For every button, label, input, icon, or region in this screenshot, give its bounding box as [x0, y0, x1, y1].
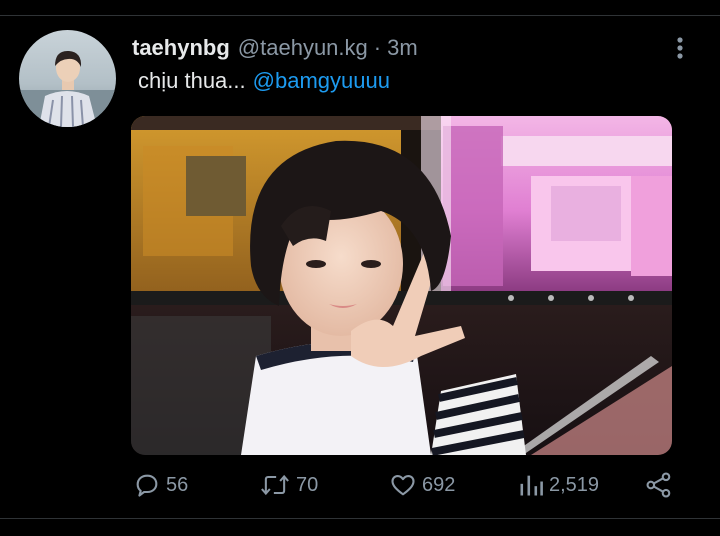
reply-count: 56: [166, 473, 189, 496]
action-bar: 56 70 692 2,519: [0, 468, 720, 502]
retweet-arrows-icon: [261, 474, 289, 496]
timestamp[interactable]: 3m: [387, 35, 418, 61]
tweet-body-text: chịu thua...: [138, 68, 246, 93]
top-divider: [0, 15, 720, 16]
tweet-header: taehynbg @taehyun.kg · 3m: [132, 33, 418, 63]
vertical-ellipsis-icon: [677, 37, 683, 59]
share-button[interactable]: [645, 468, 673, 502]
retweet-count: 70: [296, 473, 319, 496]
like-count: 692: [422, 473, 456, 496]
more-options-button[interactable]: [666, 36, 694, 60]
retweet-button[interactable]: 70: [259, 468, 318, 502]
tweet-text: chịu thua... @bamgyuuuu: [138, 66, 390, 96]
bottom-divider: [0, 518, 720, 519]
avatar[interactable]: [19, 30, 116, 127]
speech-bubble-icon: [136, 474, 158, 497]
share-nodes-icon: [646, 472, 671, 498]
like-button[interactable]: 692: [389, 468, 455, 502]
tweet-photo[interactable]: [131, 116, 672, 455]
mention-link[interactable]: @bamgyuuuu: [253, 68, 390, 93]
user-handle[interactable]: @taehyun.kg: [238, 35, 368, 61]
separator-dot: ·: [373, 35, 382, 60]
views-button[interactable]: 2,519: [518, 468, 599, 502]
reply-button[interactable]: 56: [133, 468, 188, 502]
view-count: 2,519: [549, 473, 600, 496]
bar-chart-icon: [520, 475, 543, 496]
heart-icon: [391, 474, 415, 496]
display-name[interactable]: taehynbg: [132, 35, 230, 61]
